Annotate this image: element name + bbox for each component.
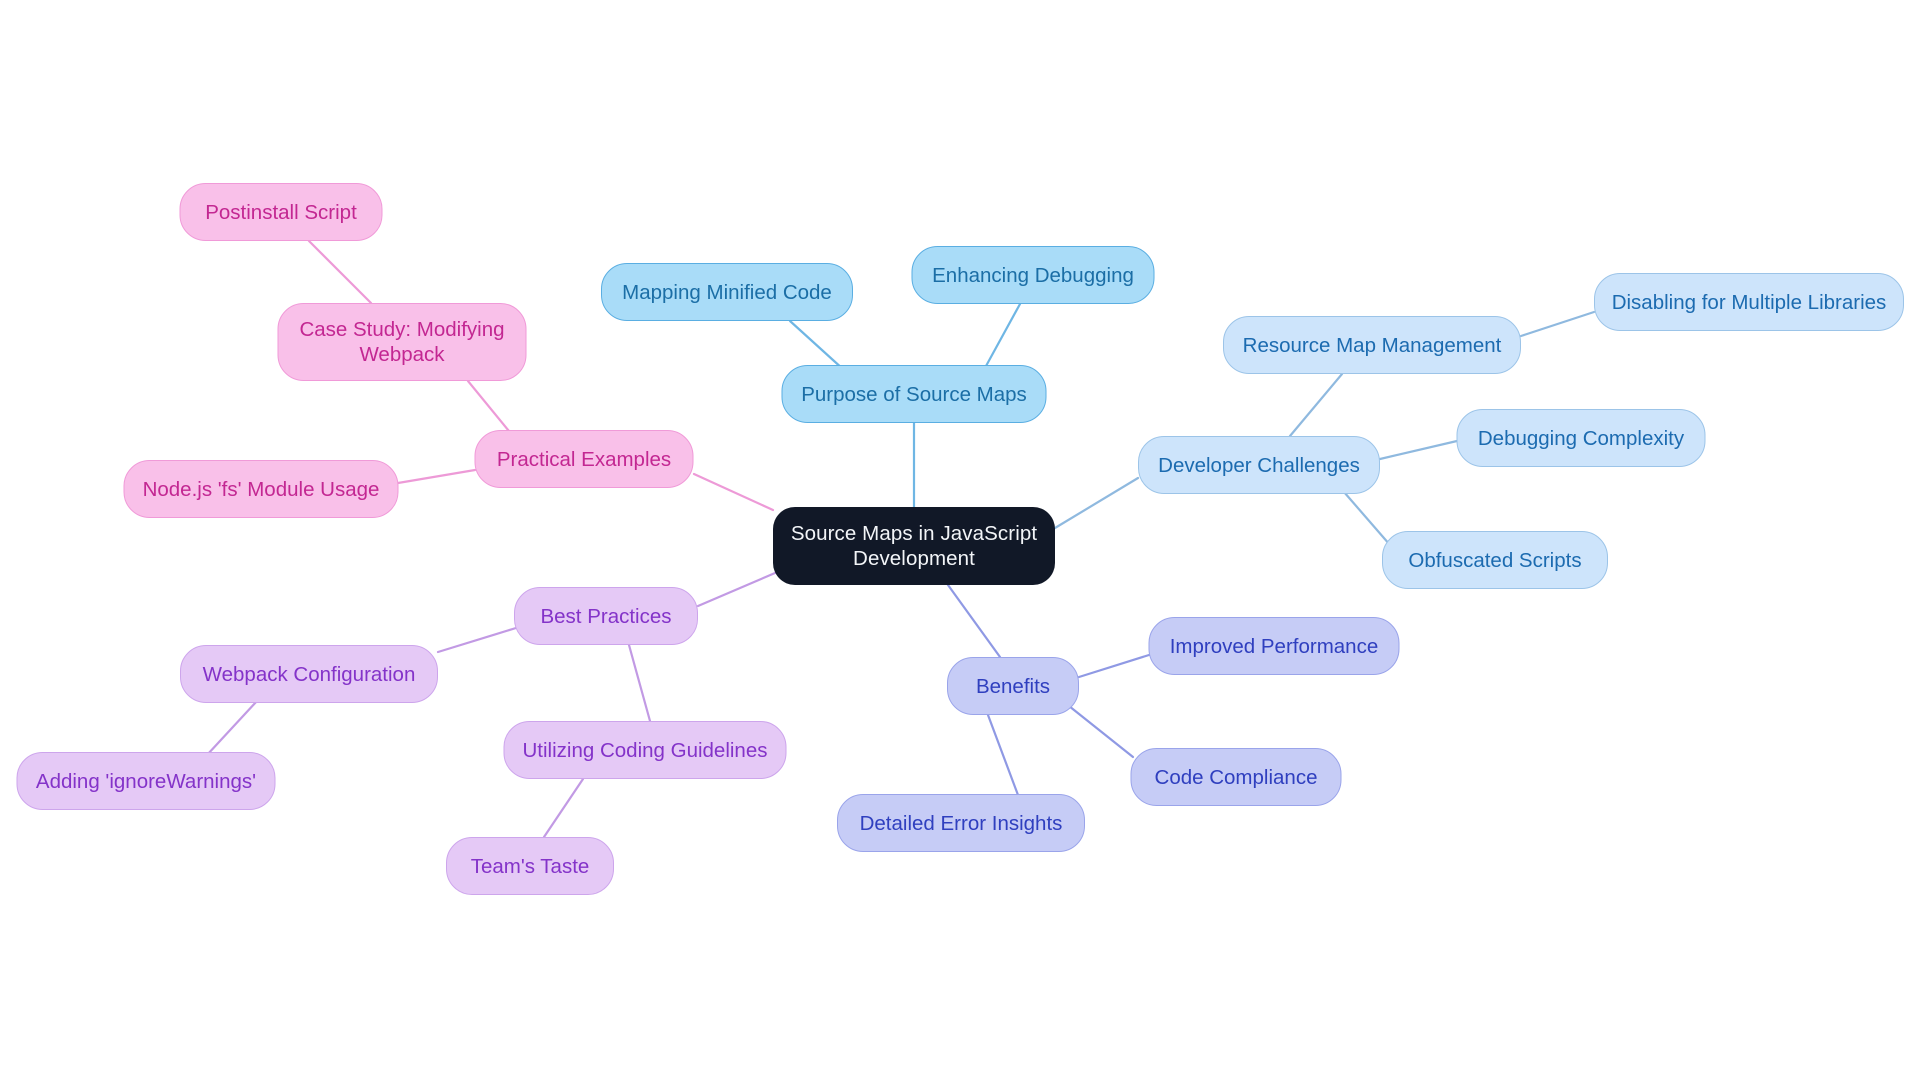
- leaf-node-debugging-complexity[interactable]: Debugging Complexity: [1456, 409, 1706, 467]
- branch-node-benefits[interactable]: Benefits: [947, 657, 1079, 715]
- edge-webpack-ignore: [205, 699, 259, 757]
- edge-root-practical: [692, 472, 775, 512]
- branch-node-practical-examples[interactable]: Practical Examples: [474, 430, 694, 488]
- node-label: Benefits: [975, 674, 1051, 698]
- node-label: Enhancing Debugging: [932, 263, 1134, 287]
- edge-benefits-improved: [1077, 653, 1151, 679]
- node-label: Node.js 'fs' Module Usage: [142, 477, 380, 501]
- node-label: Practical Examples: [496, 447, 672, 471]
- node-label: Utilizing Coding Guidelines: [522, 738, 768, 762]
- node-label: Disabling for Multiple Libraries: [1611, 290, 1887, 314]
- leaf-node-utilizing-coding-guidelines[interactable]: Utilizing Coding Guidelines: [503, 721, 787, 779]
- node-label: Adding 'ignoreWarnings': [35, 769, 257, 793]
- edge-practical-case: [466, 379, 515, 438]
- node-label: Team's Taste: [470, 854, 590, 878]
- leaf-node-obfuscated-scripts[interactable]: Obfuscated Scripts: [1382, 531, 1608, 589]
- branch-node-developer-challenges[interactable]: Developer Challenges: [1138, 436, 1380, 494]
- root-node-label: Source Maps in JavaScript Development: [790, 522, 1038, 570]
- edge-benefits-compliance: [1067, 704, 1135, 759]
- leaf-node-case-study-modifying-webpack[interactable]: Case Study: Modifying Webpack: [277, 303, 527, 381]
- edge-case-postinstall: [307, 239, 373, 305]
- node-label: Webpack Configuration: [202, 662, 416, 686]
- edge-challenges-resource: [1288, 372, 1344, 438]
- node-label: Purpose of Source Maps: [801, 382, 1027, 406]
- leaf-node-mapping-minified-code[interactable]: Mapping Minified Code: [601, 263, 853, 321]
- branch-node-purpose[interactable]: Purpose of Source Maps: [781, 365, 1047, 423]
- edge-resource-disabling: [1519, 310, 1596, 338]
- node-label: Developer Challenges: [1158, 453, 1360, 477]
- node-label: Debugging Complexity: [1477, 426, 1685, 450]
- node-label: Detailed Error Insights: [859, 811, 1063, 835]
- branch-node-best-practices[interactable]: Best Practices: [514, 587, 698, 645]
- edge-root-benefits: [946, 583, 1002, 659]
- mindmap-canvas: Source Maps in JavaScript Development Pur…: [0, 0, 1920, 1083]
- branch-node-teams-taste[interactable]: Team's Taste: [446, 837, 614, 895]
- edge-best-utilizing: [627, 643, 652, 723]
- leaf-node-detailed-error-insights[interactable]: Detailed Error Insights: [837, 794, 1085, 852]
- node-label: Best Practices: [540, 604, 672, 628]
- edge-root-best: [696, 571, 777, 608]
- node-label: Obfuscated Scripts: [1408, 548, 1582, 572]
- leaf-node-code-compliance[interactable]: Code Compliance: [1130, 748, 1342, 806]
- edge-challenges-debugging: [1378, 439, 1459, 461]
- branch-node-adding-ignorewarnings[interactable]: Adding 'ignoreWarnings': [16, 752, 276, 810]
- node-label: Resource Map Management: [1242, 333, 1502, 357]
- edge-challenges-obfuscated: [1342, 490, 1392, 547]
- edge-benefits-insights: [986, 713, 1020, 797]
- branch-node-disabling-branch[interactable]: Disabling for Multiple Libraries: [1594, 273, 1904, 331]
- node-label: Improved Performance: [1169, 634, 1379, 658]
- edge-practical-node: [396, 468, 477, 485]
- leaf-node-improved-performance[interactable]: Improved Performance: [1148, 617, 1400, 675]
- edge-root-challenges: [1053, 476, 1140, 530]
- branch-node-postinstall-script[interactable]: Postinstall Script: [179, 183, 383, 241]
- leaf-node-nodejs-fs-module-usage[interactable]: Node.js 'fs' Module Usage: [123, 460, 399, 518]
- edge-utilizing-team: [542, 777, 585, 839]
- leaf-node-enhancing-debugging[interactable]: Enhancing Debugging: [911, 246, 1155, 304]
- node-label: Mapping Minified Code: [622, 280, 832, 304]
- node-label: Postinstall Script: [205, 200, 357, 224]
- node-label: Case Study: Modifying Webpack: [299, 318, 505, 366]
- node-label: Code Compliance: [1154, 765, 1318, 789]
- edge-best-webpack: [436, 626, 518, 654]
- leaf-node-resource-map-management[interactable]: Resource Map Management: [1223, 316, 1521, 374]
- leaf-node-webpack-configuration[interactable]: Webpack Configuration: [180, 645, 438, 703]
- root-node[interactable]: Source Maps in JavaScript Development: [773, 507, 1055, 585]
